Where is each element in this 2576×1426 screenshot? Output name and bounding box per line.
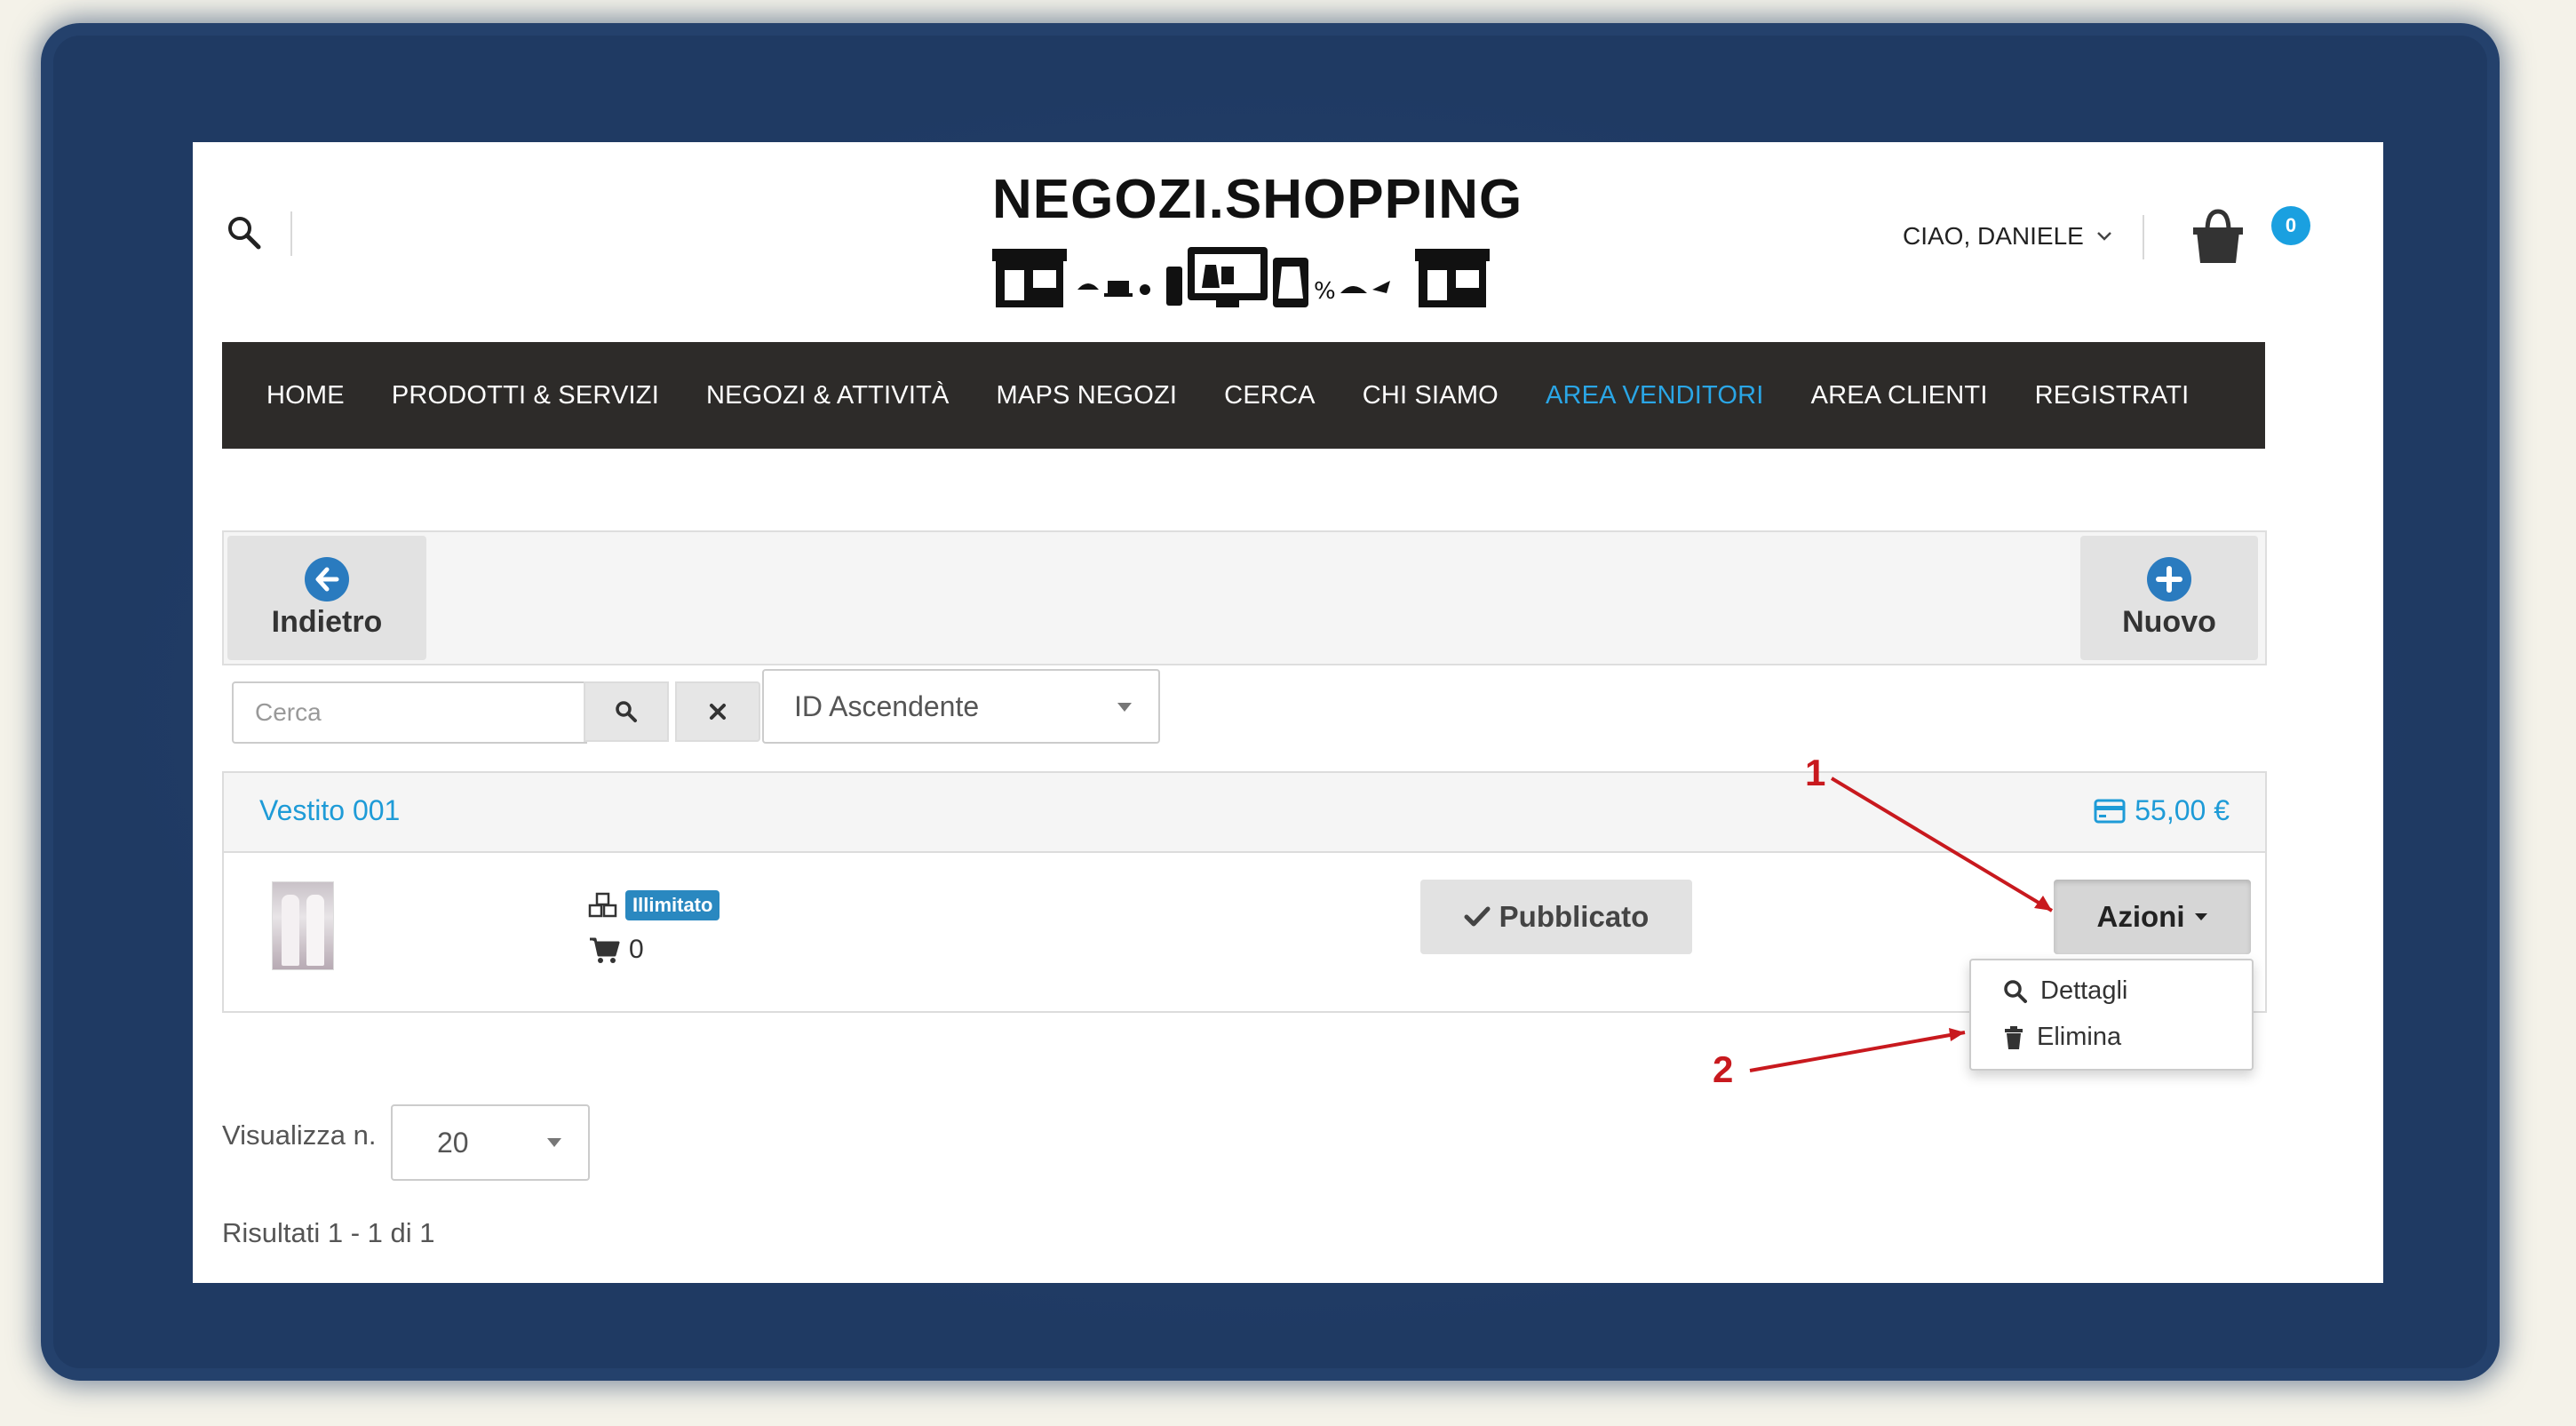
logo-shop-icons: % <box>992 247 1490 307</box>
thumbnail-figure <box>282 895 299 966</box>
view-count-value: 20 <box>437 1126 469 1159</box>
annotation-label-1: 1 <box>1805 752 1826 793</box>
nav-item-negozi-attivita[interactable]: NEGOZI & ATTIVITÀ <box>706 381 950 410</box>
search-icon <box>616 701 637 722</box>
search-input[interactable]: Cerca <box>232 681 587 744</box>
cart-icon <box>590 937 620 963</box>
price-value: 55,00 € <box>2135 794 2230 826</box>
results-summary: Risultati 1 - 1 di 1 <box>222 1217 435 1248</box>
svg-text:%: % <box>1314 278 1336 305</box>
published-label: Pubblicato <box>1499 900 1650 933</box>
product-card-header: Vestito 001 55,00 € <box>224 773 2265 853</box>
product-card: Vestito 001 55,00 € Illimitato 0 Pubblic… <box>222 771 2267 1013</box>
user-menu[interactable]: CIAO, DANIELE <box>1903 222 2112 251</box>
caret-down-icon <box>547 1138 561 1147</box>
site-logo[interactable]: NEGOZI.SHOPPING % <box>992 169 1523 311</box>
product-title[interactable]: Vestito 001 <box>259 794 400 827</box>
credit-card-icon <box>2094 799 2126 823</box>
close-icon <box>710 704 726 720</box>
caret-down-icon <box>2195 913 2208 920</box>
logo-text: NEGOZI.SHOPPING <box>992 169 1523 230</box>
sort-select[interactable]: ID Ascendente <box>762 669 1160 744</box>
search-button[interactable] <box>584 681 669 742</box>
menu-item-label: Dettagli <box>2040 976 2128 1005</box>
main-navigation: HOME PRODOTTI & SERVIZI NEGOZI & ATTIVIT… <box>222 342 2265 449</box>
menu-item-dettagli[interactable]: Dettagli <box>2003 976 2127 1006</box>
nav-item-maps-negozi[interactable]: MAPS NEGOZI <box>997 381 1178 410</box>
trash-icon <box>2005 1025 2023 1049</box>
menu-item-label: Elimina <box>2037 1023 2122 1051</box>
nav-item-area-venditori[interactable]: AREA VENDITORI <box>1546 381 1764 410</box>
menu-item-elimina[interactable]: Elimina <box>2003 1023 2121 1052</box>
annotation-label-2: 2 <box>1713 1048 1734 1090</box>
actions-button[interactable]: Azioni <box>2054 880 2251 954</box>
product-thumbnail[interactable] <box>272 881 334 970</box>
shopping-bag-icon[interactable] <box>2182 204 2254 267</box>
list-toolbar: Indietro Nuovo <box>222 530 2267 665</box>
nav-item-home[interactable]: HOME <box>266 381 345 410</box>
published-status-button[interactable]: Pubblicato <box>1420 880 1692 954</box>
new-button[interactable]: Nuovo <box>2080 536 2258 660</box>
cart-count-badge: 0 <box>2271 206 2310 245</box>
stock-info: Illimitato <box>588 890 720 920</box>
view-count-label: Visualizza n. <box>222 1119 377 1151</box>
view-count-select[interactable]: 20 <box>391 1104 590 1181</box>
plus-icon <box>2147 556 2191 601</box>
thumbnail-figure <box>306 895 324 966</box>
actions-label: Azioni <box>2096 900 2185 933</box>
user-greeting: CIAO, DANIELE <box>1903 222 2084 250</box>
clear-search-button[interactable] <box>675 681 760 742</box>
search-icon <box>2004 979 2027 1003</box>
sort-value: ID Ascendente <box>794 689 980 722</box>
nav-item-prodotti-servizi[interactable]: PRODOTTI & SERVIZI <box>392 381 659 410</box>
search-icon[interactable] <box>227 215 262 251</box>
arrow-left-icon <box>305 556 349 601</box>
sold-count: 0 <box>629 935 644 964</box>
chevron-down-icon <box>2096 232 2111 241</box>
back-label: Indietro <box>271 604 383 639</box>
caret-down-icon <box>1117 703 1132 712</box>
nav-item-chi-siamo[interactable]: CHI SIAMO <box>1363 381 1499 410</box>
back-button[interactable]: Indietro <box>227 536 426 660</box>
sold-info: 0 <box>588 935 644 965</box>
nav-item-registrati[interactable]: REGISTRATI <box>2035 381 2190 410</box>
stock-badge: Illimitato <box>625 890 720 920</box>
check-icon <box>1464 906 1491 927</box>
nav-item-cerca[interactable]: CERCA <box>1224 381 1316 410</box>
web-page: NEGOZI.SHOPPING % CIAO, DANIELE 0 HOME P… <box>193 142 2383 1283</box>
header-divider <box>290 211 292 256</box>
nav-item-area-clienti[interactable]: AREA CLIENTI <box>1811 381 1988 410</box>
cubes-icon <box>588 892 617 918</box>
actions-dropdown-menu: Dettagli Elimina <box>1969 959 2254 1071</box>
header-divider <box>2143 215 2144 259</box>
product-price: 55,00 € <box>2094 794 2230 827</box>
new-label: Nuovo <box>2122 604 2216 639</box>
